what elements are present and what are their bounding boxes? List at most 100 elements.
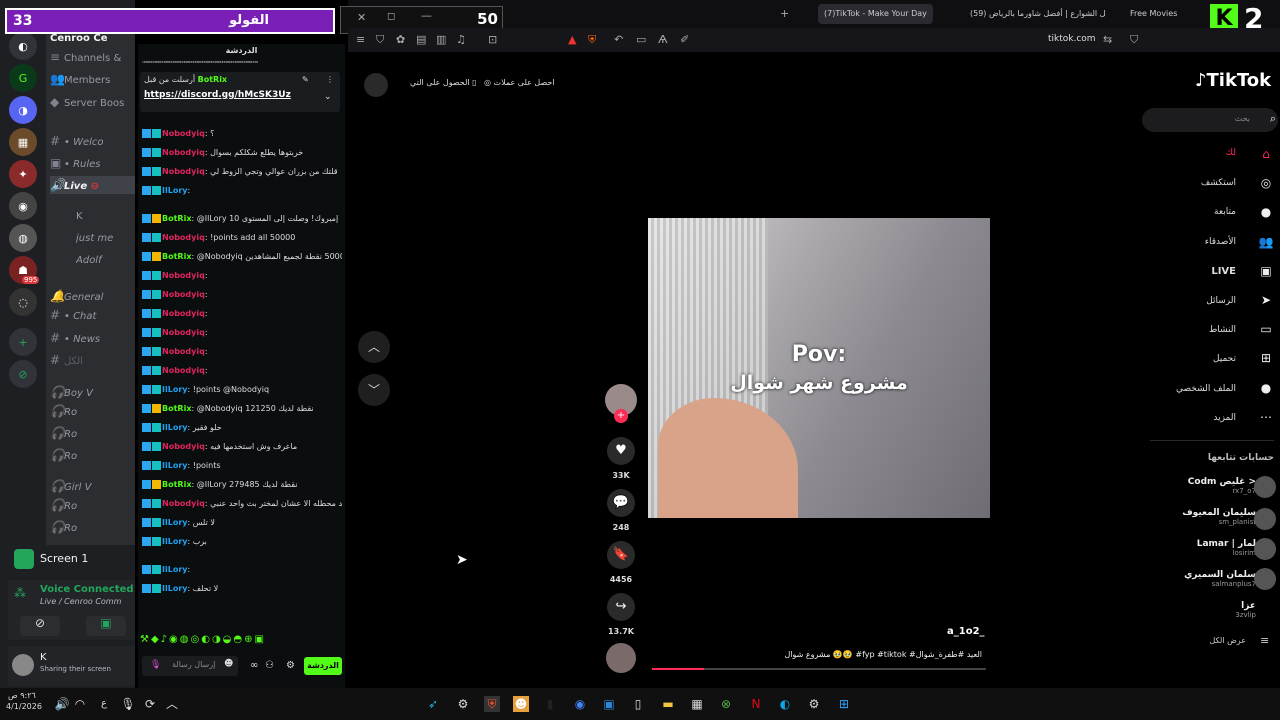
more-icon[interactable]: ⋯ bbox=[1258, 409, 1274, 425]
avatar[interactable] bbox=[12, 654, 34, 676]
app-icon[interactable]: ☻ bbox=[513, 696, 529, 712]
menu-icon[interactable]: ≡ bbox=[356, 33, 365, 46]
chat-username[interactable]: IlLory bbox=[162, 423, 187, 432]
clock-time[interactable]: ٩:٢٦ ص bbox=[8, 691, 36, 700]
channel-item[interactable]: # • News bbox=[50, 329, 135, 347]
list-icon[interactable]: ≡ bbox=[1260, 634, 1269, 647]
chrome-icon[interactable]: ◉ bbox=[572, 696, 588, 712]
gear-icon[interactable]: ⚙ bbox=[806, 696, 822, 712]
explore-icon[interactable]: ◎ bbox=[1258, 175, 1274, 191]
chat-username[interactable]: Nobodyiq bbox=[162, 167, 205, 176]
translate-icon[interactable]: Ѧ bbox=[658, 33, 668, 46]
tab-youtube[interactable]: (59) أكل الشوارع | أفضل شاورما بالرياض bbox=[970, 4, 1105, 24]
voice-channel[interactable]: 🎧Ro bbox=[50, 518, 135, 536]
xbox-icon[interactable]: ⊗ bbox=[718, 696, 734, 712]
channel-item[interactable]: ◆ Server Boos bbox=[50, 93, 135, 111]
tab-tiktok[interactable]: (7)TikTok - Make Your Day bbox=[818, 4, 933, 24]
close-icon[interactable]: ✕ bbox=[357, 11, 366, 24]
channel-item[interactable]: 👥Members bbox=[50, 70, 135, 88]
chat-username[interactable]: BotRix bbox=[162, 480, 191, 489]
screenshot-icon[interactable]: ⊡ bbox=[488, 33, 497, 46]
voice-member[interactable]: Adolf bbox=[76, 252, 135, 270]
video-player[interactable]: Pov: مشروع شهر شوال bbox=[648, 218, 990, 518]
channel-item[interactable]: # • Welco bbox=[50, 132, 135, 150]
nav-messages[interactable]: الرسائل bbox=[1206, 296, 1236, 306]
following-item[interactable]: Codm غليص > rx7_o7 bbox=[1188, 477, 1256, 495]
chat-username[interactable]: IlLory bbox=[162, 518, 187, 527]
live-icon[interactable]: ▣ bbox=[1258, 263, 1274, 279]
avatar[interactable] bbox=[1254, 476, 1276, 498]
store-icon[interactable]: ▦ bbox=[689, 696, 705, 712]
chat-username[interactable]: IlLory bbox=[162, 537, 187, 546]
following-item[interactable]: سليمان المعيوف sm_planist bbox=[1182, 508, 1256, 526]
language-indicator[interactable]: ع bbox=[96, 696, 112, 712]
nav-profile[interactable]: الملف الشخصي bbox=[1176, 384, 1236, 394]
get-app-link[interactable]: الحصول على التي ▯ bbox=[410, 78, 477, 87]
tiktok-logo[interactable]: ♪TikTok bbox=[1195, 70, 1271, 91]
bookmark-icon[interactable]: 🔖 bbox=[607, 541, 635, 569]
server-icon[interactable]: ◐ bbox=[9, 32, 37, 60]
activity-icon[interactable]: ▭ bbox=[1258, 321, 1274, 337]
chat-username[interactable]: IlLory bbox=[162, 565, 187, 574]
usb-icon[interactable]: ▯ bbox=[630, 696, 646, 712]
channel-item[interactable]: ≡ Channels & bbox=[50, 48, 135, 66]
share-screen-icon[interactable]: ▣ bbox=[86, 616, 126, 636]
chat-username[interactable]: Nobodyiq bbox=[162, 442, 205, 451]
nav-upload[interactable]: تحميل bbox=[1213, 354, 1236, 364]
voice-channel[interactable]: 🎧Ro bbox=[50, 446, 135, 464]
gear-icon[interactable]: ⚙ bbox=[286, 660, 295, 671]
chat-username[interactable]: Nobodyiq bbox=[162, 290, 205, 299]
nav-following[interactable]: متابعة bbox=[1214, 207, 1236, 217]
chat-username[interactable]: Nobodyiq bbox=[162, 271, 205, 280]
chat-username[interactable]: Nobodyiq bbox=[162, 366, 205, 375]
search-icon[interactable]: ⌕ bbox=[1270, 112, 1276, 126]
search-input[interactable]: بحث ⌕ bbox=[1142, 108, 1278, 132]
maximize-icon[interactable]: ◻ bbox=[387, 11, 395, 22]
brave-rewards-icon[interactable]: ▲ bbox=[568, 33, 576, 46]
voice-channel-name[interactable]: Live / Cenroo Comm bbox=[40, 597, 135, 606]
server-icon[interactable]: ◉ bbox=[9, 192, 37, 220]
commands-icon[interactable]: ∞ bbox=[250, 660, 258, 671]
sync-icon[interactable]: ⟳ bbox=[142, 696, 158, 712]
wifi-icon[interactable]: ◠ bbox=[72, 696, 88, 712]
new-tab-icon[interactable]: + bbox=[780, 7, 789, 20]
netflix-icon[interactable]: N bbox=[748, 696, 764, 712]
avatar[interactable] bbox=[1254, 538, 1276, 560]
chat-username[interactable]: BotRix bbox=[162, 214, 191, 223]
server-icon[interactable]: ◑ bbox=[9, 96, 37, 124]
nav-explore[interactable]: استكشف bbox=[1201, 178, 1236, 188]
chat-username[interactable]: Nobodyiq bbox=[162, 499, 205, 508]
nav-more[interactable]: المزيد bbox=[1213, 413, 1236, 423]
shield-icon[interactable]: ⛉ bbox=[376, 33, 384, 47]
chat-username[interactable]: IlLory bbox=[162, 584, 187, 593]
chevron-down-icon[interactable]: ⌄ bbox=[324, 92, 332, 102]
clock-date[interactable]: 4/1/2026 bbox=[6, 702, 42, 711]
voice-channel[interactable]: 🎧Ro bbox=[50, 496, 135, 514]
folder-icon[interactable]: ▬ bbox=[660, 696, 676, 712]
chat-username[interactable]: IlLory bbox=[162, 461, 187, 470]
channel-item[interactable]: ▣ • Rules bbox=[50, 154, 135, 172]
avatar[interactable] bbox=[1254, 598, 1276, 620]
brave-shield-icon[interactable]: ⛨ bbox=[588, 33, 596, 47]
follow-plus-icon[interactable]: + bbox=[614, 409, 628, 423]
voice-channel[interactable]: 🎧Girl V bbox=[50, 477, 135, 495]
extension-icon[interactable]: ✿ bbox=[396, 33, 405, 46]
chat-username[interactable]: IlLory bbox=[162, 385, 187, 394]
screen-off-icon[interactable]: ⊘ bbox=[20, 616, 60, 636]
voice-channel-live[interactable]: 🔊Live ⊖ bbox=[50, 176, 135, 194]
more-icon[interactable]: ⋮ bbox=[326, 75, 334, 84]
share-icon[interactable]: ↪ bbox=[607, 593, 635, 621]
voice-channel[interactable]: 🎧Ro bbox=[50, 402, 135, 420]
bookmark-icon[interactable]: ⛉ bbox=[1130, 33, 1138, 47]
app-icon[interactable]: ▮ bbox=[542, 696, 558, 712]
voice-channel[interactable]: 🎧Boy V bbox=[50, 383, 135, 401]
edge-icon[interactable]: ◐ bbox=[777, 696, 793, 712]
nav-activity[interactable]: النشاط bbox=[1209, 325, 1236, 335]
brave-icon[interactable]: ⛨ bbox=[484, 696, 500, 712]
video-author[interactable]: a_1o2_ bbox=[947, 626, 985, 637]
chat-username[interactable]: Nobodyiq bbox=[162, 148, 205, 157]
friends-icon[interactable]: 👥 bbox=[1258, 234, 1274, 250]
site-settings-icon[interactable]: ⇆ bbox=[1103, 33, 1112, 46]
channel-item[interactable]: # الكل bbox=[50, 351, 135, 369]
add-server-icon[interactable]: + bbox=[9, 328, 37, 356]
